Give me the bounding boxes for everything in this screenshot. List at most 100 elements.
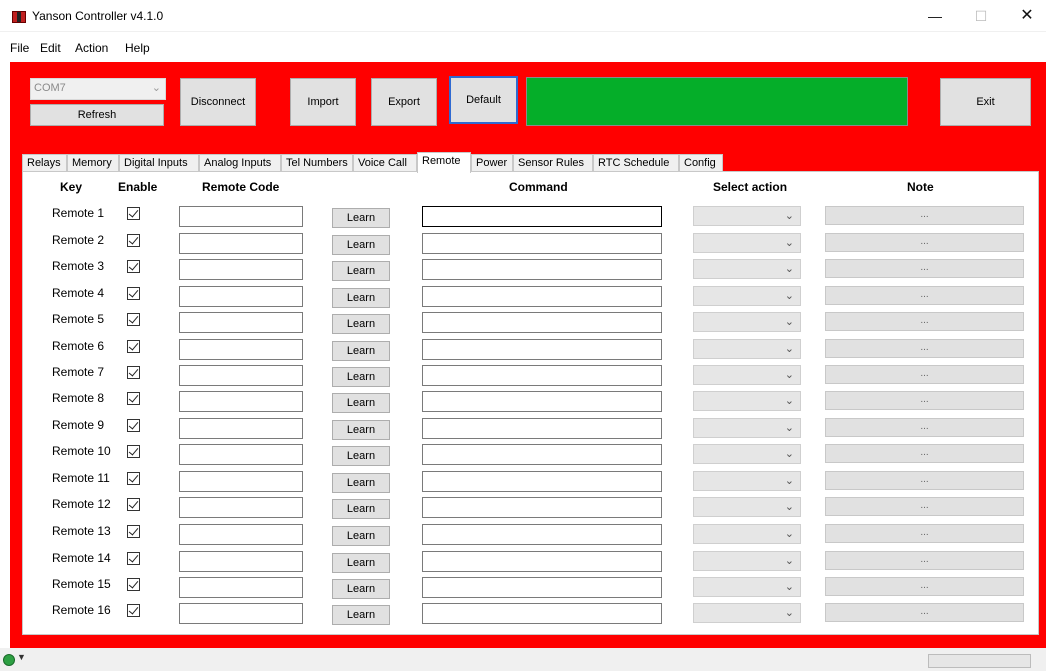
learn-button[interactable]: Learn xyxy=(332,393,390,413)
tab-rtc-schedule[interactable]: RTC Schedule xyxy=(593,154,679,172)
tab-remote[interactable]: Remote xyxy=(417,152,471,173)
note-button[interactable]: ... xyxy=(825,418,1024,437)
sync-icon[interactable] xyxy=(3,654,15,666)
learn-button[interactable]: Learn xyxy=(332,341,390,361)
learn-button[interactable]: Learn xyxy=(332,446,390,466)
tab-sensor-rules[interactable]: Sensor Rules xyxy=(513,154,593,172)
note-button[interactable]: ... xyxy=(825,444,1024,463)
enable-checkbox[interactable] xyxy=(127,498,140,511)
enable-checkbox[interactable] xyxy=(127,604,140,617)
default-button[interactable]: Default xyxy=(449,76,518,124)
select-action-dropdown[interactable]: ⌄ xyxy=(693,286,801,306)
learn-button[interactable]: Learn xyxy=(332,473,390,493)
note-button[interactable]: ... xyxy=(825,312,1024,331)
remote-code-input[interactable] xyxy=(179,206,303,227)
command-input[interactable] xyxy=(422,444,662,465)
remote-code-input[interactable] xyxy=(179,365,303,386)
learn-button[interactable]: Learn xyxy=(332,288,390,308)
note-button[interactable]: ... xyxy=(825,391,1024,410)
select-action-dropdown[interactable]: ⌄ xyxy=(693,418,801,438)
command-input[interactable] xyxy=(422,471,662,492)
enable-checkbox[interactable] xyxy=(127,525,140,538)
remote-code-input[interactable] xyxy=(179,497,303,518)
menu-help[interactable]: Help xyxy=(125,41,150,55)
minimize-button[interactable]: — xyxy=(912,0,958,32)
menu-action[interactable]: Action xyxy=(75,41,108,55)
command-input[interactable] xyxy=(422,259,662,280)
port-select[interactable]: COM7 ⌄ xyxy=(30,78,166,100)
tab-tel-numbers[interactable]: Tel Numbers xyxy=(281,154,353,172)
tab-memory[interactable]: Memory xyxy=(67,154,119,172)
disconnect-button[interactable]: Disconnect xyxy=(180,78,256,126)
menu-edit[interactable]: Edit xyxy=(40,41,61,55)
command-input[interactable] xyxy=(422,551,662,572)
remote-code-input[interactable] xyxy=(179,551,303,572)
tab-config[interactable]: Config xyxy=(679,154,723,172)
enable-checkbox[interactable] xyxy=(127,366,140,379)
enable-checkbox[interactable] xyxy=(127,207,140,220)
select-action-dropdown[interactable]: ⌄ xyxy=(693,365,801,385)
command-input[interactable] xyxy=(422,365,662,386)
learn-button[interactable]: Learn xyxy=(332,579,390,599)
command-input[interactable] xyxy=(422,391,662,412)
remote-code-input[interactable] xyxy=(179,312,303,333)
remote-code-input[interactable] xyxy=(179,524,303,545)
select-action-dropdown[interactable]: ⌄ xyxy=(693,391,801,411)
tab-power[interactable]: Power xyxy=(471,154,513,172)
import-button[interactable]: Import xyxy=(290,78,356,126)
remote-code-input[interactable] xyxy=(179,444,303,465)
remote-code-input[interactable] xyxy=(179,233,303,254)
note-button[interactable]: ... xyxy=(825,339,1024,358)
menu-file[interactable]: File xyxy=(10,41,29,55)
remote-code-input[interactable] xyxy=(179,391,303,412)
command-input[interactable] xyxy=(422,524,662,545)
learn-button[interactable]: Learn xyxy=(332,499,390,519)
enable-checkbox[interactable] xyxy=(127,552,140,565)
learn-button[interactable]: Learn xyxy=(332,605,390,625)
note-button[interactable]: ... xyxy=(825,259,1024,278)
command-input[interactable] xyxy=(422,603,662,624)
tab-digital-inputs[interactable]: Digital Inputs xyxy=(119,154,199,172)
enable-checkbox[interactable] xyxy=(127,340,140,353)
enable-checkbox[interactable] xyxy=(127,419,140,432)
select-action-dropdown[interactable]: ⌄ xyxy=(693,444,801,464)
enable-checkbox[interactable] xyxy=(127,260,140,273)
command-input[interactable] xyxy=(422,206,662,227)
command-input[interactable] xyxy=(422,312,662,333)
dropdown-caret-icon[interactable]: ▼ xyxy=(17,652,26,662)
exit-button[interactable]: Exit xyxy=(940,78,1031,126)
note-button[interactable]: ... xyxy=(825,524,1024,543)
select-action-dropdown[interactable]: ⌄ xyxy=(693,603,801,623)
enable-checkbox[interactable] xyxy=(127,578,140,591)
remote-code-input[interactable] xyxy=(179,577,303,598)
note-button[interactable]: ... xyxy=(825,551,1024,570)
note-button[interactable]: ... xyxy=(825,233,1024,252)
select-action-dropdown[interactable]: ⌄ xyxy=(693,206,801,226)
select-action-dropdown[interactable]: ⌄ xyxy=(693,551,801,571)
learn-button[interactable]: Learn xyxy=(332,235,390,255)
maximize-button[interactable]: ☐ xyxy=(958,0,1004,32)
tab-analog-inputs[interactable]: Analog Inputs xyxy=(199,154,281,172)
learn-button[interactable]: Learn xyxy=(332,526,390,546)
remote-code-input[interactable] xyxy=(179,286,303,307)
learn-button[interactable]: Learn xyxy=(332,420,390,440)
remote-code-input[interactable] xyxy=(179,603,303,624)
select-action-dropdown[interactable]: ⌄ xyxy=(693,259,801,279)
enable-checkbox[interactable] xyxy=(127,313,140,326)
select-action-dropdown[interactable]: ⌄ xyxy=(693,497,801,517)
note-button[interactable]: ... xyxy=(825,577,1024,596)
enable-checkbox[interactable] xyxy=(127,234,140,247)
select-action-dropdown[interactable]: ⌄ xyxy=(693,524,801,544)
learn-button[interactable]: Learn xyxy=(332,314,390,334)
command-input[interactable] xyxy=(422,286,662,307)
note-button[interactable]: ... xyxy=(825,206,1024,225)
export-button[interactable]: Export xyxy=(371,78,437,126)
learn-button[interactable]: Learn xyxy=(332,208,390,228)
learn-button[interactable]: Learn xyxy=(332,367,390,387)
enable-checkbox[interactable] xyxy=(127,392,140,405)
command-input[interactable] xyxy=(422,233,662,254)
refresh-button[interactable]: Refresh xyxy=(30,104,164,126)
command-input[interactable] xyxy=(422,497,662,518)
remote-code-input[interactable] xyxy=(179,418,303,439)
note-button[interactable]: ... xyxy=(825,471,1024,490)
